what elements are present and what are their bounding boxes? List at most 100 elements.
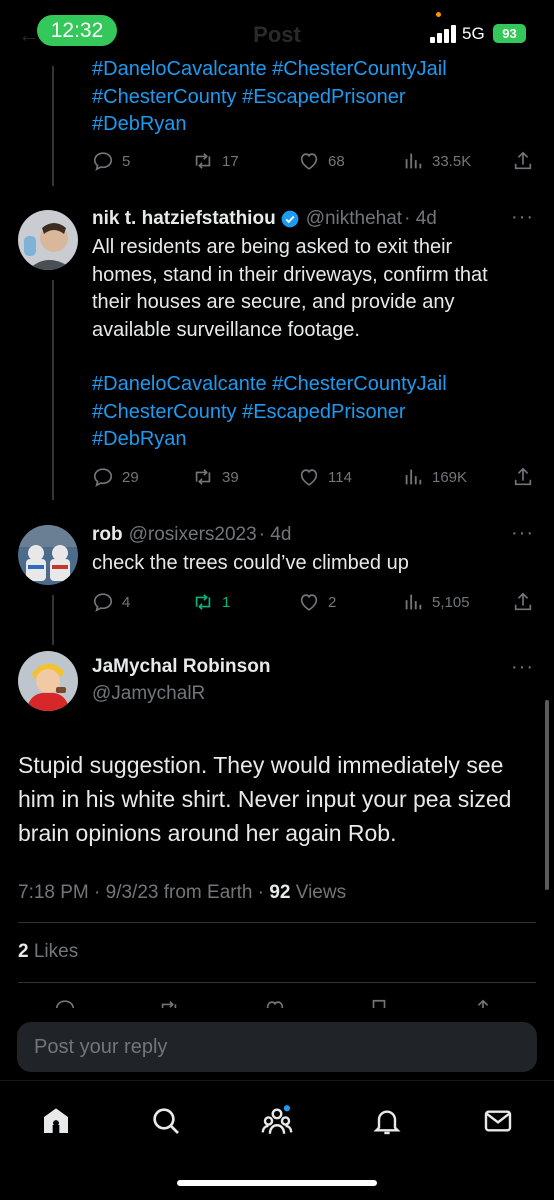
tab-notifications[interactable] [367,1101,407,1141]
repost-icon [195,594,211,610]
text-line: their houses are secure, and provide any [92,291,455,313]
likes-label: Likes [28,941,79,962]
hashtag-line[interactable]: #ChesterCounty #EscapedPrisoner [92,399,542,427]
share-button[interactable] [512,589,542,615]
share-button[interactable] [512,148,542,174]
avatar[interactable] [18,651,78,711]
timestamp: 7:18 PM · 9/3/23 from Earth · [18,882,270,903]
tweet2-actions: 29 39 114 169K [92,464,536,490]
author-handle[interactable]: @nikthehat [306,208,402,230]
home-icon [44,1108,68,1133]
tab-search[interactable] [146,1101,186,1141]
repost-icon [195,469,211,485]
tab-home[interactable] [36,1101,76,1141]
heart-icon [300,594,318,611]
share-icon [514,592,532,611]
like-button[interactable]: 114 [298,464,352,490]
main-tweet-text: Stupid suggestion. They would immediatel… [18,748,540,850]
text-line: brain opinions around her again Rob. [18,820,397,846]
views-label: Views [290,882,347,903]
likes-count: 2 [18,941,29,962]
reply-button[interactable]: 4 [92,589,130,615]
tweet-time: · 4d [404,208,437,229]
share-button[interactable] [512,464,542,490]
like-button[interactable]: 2 [298,589,336,615]
views-icon [405,153,422,169]
text-line: homes, stand in their driveways, confirm… [92,263,488,286]
home-indicator[interactable] [177,1180,377,1186]
like-count: 68 [328,152,345,170]
reply-bar [0,1008,554,1080]
scrollbar[interactable] [545,700,549,890]
tweet3-author: rob @rosixers2023 · 4d [92,524,291,546]
author-name[interactable]: nik t. hatziefstathiou [92,208,276,230]
communities-icon [261,1105,293,1134]
repost-count: 1 [222,593,231,611]
divider [18,982,536,983]
hashtag-line[interactable]: #DebRyan [92,426,542,454]
views-icon [405,594,422,610]
avatar[interactable] [18,525,78,585]
text-line: him in his white shirt. Never input your… [18,786,512,812]
tweet1-hashtags[interactable]: #DaneloCavalcante #ChesterCountyJail #Ch… [92,56,542,139]
more-options-icon[interactable]: ··· [511,206,534,229]
hashtag-line[interactable]: #DebRyan [92,111,542,139]
main-author-name-row: JaMychal Robinson [92,656,270,678]
like-count: 2 [328,593,337,611]
author-handle[interactable]: @JamychalR [92,683,205,705]
verified-badge-icon [281,210,299,228]
text-line: All residents are being asked to exit th… [92,236,453,258]
reply-count: 29 [122,468,139,486]
like-count: 114 [328,468,352,486]
status-time: 12:32 [37,15,117,46]
hashtag-line[interactable]: #DaneloCavalcante #ChesterCountyJail [92,371,542,399]
text-line: Stupid suggestion. They would immediatel… [18,752,504,778]
author-handle[interactable]: @rosixers2023 [129,524,257,546]
heart-icon [300,469,318,486]
likes-summary[interactable]: 2 Likes [18,941,78,963]
privacy-indicator-icon [436,12,441,17]
battery-icon: 93 [493,24,526,43]
reply-icon [93,593,113,612]
reply-icon [93,468,113,487]
repost-count: 39 [222,468,239,486]
signal-icon [430,25,456,43]
tweet2-text: All residents are being asked to exit th… [92,234,532,344]
search-icon [153,1108,179,1134]
more-options-icon[interactable]: ··· [511,522,534,545]
reply-input[interactable] [17,1022,537,1072]
more-options-icon[interactable]: ··· [511,656,534,679]
tweet-meta: 7:18 PM · 9/3/23 from Earth · 92 Views [18,882,346,904]
views-count: 33.5K [432,152,472,170]
author-name[interactable]: JaMychal Robinson [92,656,270,678]
views-count: 169K [432,468,468,486]
author-name[interactable]: rob [92,524,123,546]
like-button[interactable]: 68 [298,148,345,174]
reply-button[interactable]: 29 [92,464,139,490]
share-icon [514,151,532,170]
divider [18,922,536,923]
reply-icon [93,152,113,171]
tweet1-actions: 5 17 68 33.5K [92,148,536,174]
views-button[interactable]: 33.5K [402,148,471,174]
hashtag-line[interactable]: #ChesterCounty #EscapedPrisoner [92,84,542,112]
thread-line [52,280,54,500]
repost-count: 17 [222,152,239,170]
main-author-handle-row: @JamychalR [92,683,205,705]
tab-communities[interactable] [257,1101,297,1141]
thread-line [52,66,54,186]
views-button[interactable]: 169K [402,464,467,490]
thread-line [52,595,54,645]
reply-button[interactable]: 5 [92,148,130,174]
tweet3-actions: 4 1 2 5,105 [92,589,536,615]
tweet2-hashtags[interactable]: #DaneloCavalcante #ChesterCountyJail #Ch… [92,371,542,454]
avatar[interactable] [18,210,78,270]
repost-button[interactable]: 39 [192,464,239,490]
heart-icon [300,153,318,170]
repost-button[interactable]: 17 [192,148,239,174]
repost-icon [195,153,211,169]
repost-button[interactable]: 1 [192,589,230,615]
tab-messages[interactable] [478,1101,518,1141]
hashtag-line[interactable]: #DaneloCavalcante #ChesterCountyJail [92,56,542,84]
views-button[interactable]: 5,105 [402,589,470,615]
